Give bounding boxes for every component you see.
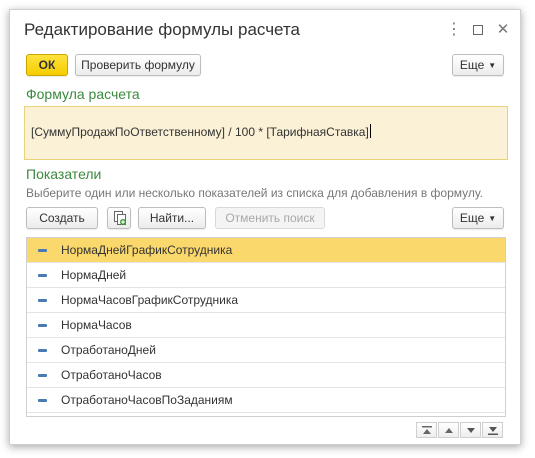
cancel-search-button[interactable]: Отменить поиск (215, 207, 325, 229)
attribute-icon (38, 299, 47, 302)
list-item-label: НормаЧасовГрафикСотрудника (61, 293, 239, 307)
close-icon[interactable]: ✕ (494, 21, 512, 39)
indicators-more-label: Еще (459, 211, 485, 225)
formula-editor-window: Редактирование формулы расчета ⋮ ✕ ОК Пр… (9, 9, 521, 445)
list-item-label: НормаДней (61, 268, 127, 282)
chevron-down-icon: ▼ (488, 214, 497, 223)
scroll-down-button[interactable] (460, 422, 481, 438)
list-item[interactable]: НормаДней (27, 263, 505, 288)
formula-section-title: Формула расчета (26, 86, 140, 102)
list-item-label: ОтработаноЧасов (61, 368, 162, 382)
chevron-down-icon: ▼ (488, 61, 497, 70)
list-item[interactable]: НормаЧасов (27, 313, 505, 338)
formula-input[interactable]: [СуммуПродажПоОтветственному] / 100 * [Т… (24, 106, 508, 160)
scroll-up-button[interactable] (438, 422, 459, 438)
more-vertical-icon[interactable]: ⋮ (445, 21, 463, 39)
indicators-hint: Выберите один или несколько показателей … (26, 186, 484, 200)
attribute-icon (38, 324, 47, 327)
arrow-down-icon (467, 428, 475, 433)
indicators-section-title: Показатели (26, 166, 102, 182)
more-menu-button[interactable]: Еще ▼ (452, 54, 504, 76)
window-title: Редактирование формулы расчета (24, 20, 301, 39)
scroll-to-bottom-button[interactable] (482, 422, 503, 438)
attribute-icon (38, 399, 47, 402)
list-item[interactable]: ОтработаноЧасов (27, 363, 505, 388)
list-item-label: ОтработаноДней (61, 343, 156, 357)
check-formula-button[interactable]: Проверить формулу (75, 54, 201, 76)
list-item[interactable]: ОтработаноДней (27, 338, 505, 363)
title-bar: Редактирование формулы расчета ⋮ ✕ (10, 10, 520, 52)
indicators-list[interactable]: НормаДнейГрафикСотрудника НормаДней НормаЧ… (26, 237, 506, 417)
arrow-up-icon (445, 428, 453, 433)
maximize-icon[interactable] (469, 21, 487, 39)
attribute-icon (38, 274, 47, 277)
list-item[interactable]: НормаЧасовГрафикСотрудника (27, 288, 505, 313)
attribute-icon (38, 249, 47, 252)
find-button[interactable]: Найти... (138, 207, 206, 229)
formula-text: [СуммуПродажПоОтветственному] / 100 * [Т… (31, 125, 369, 139)
more-menu-label: Еще (459, 58, 485, 72)
attribute-icon (38, 349, 47, 352)
ok-button[interactable]: ОК (26, 54, 68, 76)
attribute-icon (38, 374, 47, 377)
copy-add-icon (114, 211, 126, 225)
copy-button[interactable] (107, 207, 131, 229)
list-item-label: НормаДнейГрафикСотрудника (61, 243, 233, 257)
first-page-icon (422, 426, 432, 434)
indicators-more-button[interactable]: Еще ▼ (452, 207, 504, 229)
create-button[interactable]: Создать (26, 207, 98, 229)
list-item[interactable]: НормаДнейГрафикСотрудника (27, 238, 505, 263)
scroll-to-top-button[interactable] (416, 422, 437, 438)
list-item-label: НормаЧасов (61, 318, 132, 332)
list-item-label: ОтработаноЧасовПоЗаданиям (61, 393, 233, 407)
last-page-icon (488, 427, 498, 435)
text-caret (369, 124, 371, 138)
list-item[interactable]: ОтработаноЧасовПоЗаданиям (27, 388, 505, 413)
